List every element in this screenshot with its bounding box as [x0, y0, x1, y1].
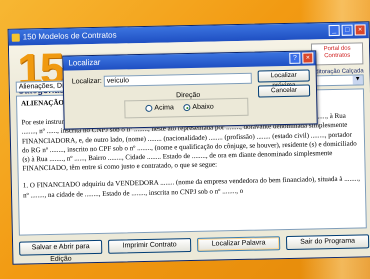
direction-up-label: Acima: [154, 104, 174, 112]
app-title: 150 Modelos de Contratos: [22, 30, 117, 42]
radio-unselected-icon: [145, 104, 153, 112]
find-dialog: Localizar ? × Localizar: veículo Localiz…: [62, 50, 318, 130]
direction-group: Acima Abaixo: [124, 97, 249, 119]
save-open-button[interactable]: Salvar e Abrir para Edição: [19, 239, 103, 263]
find-input[interactable]: veículo: [103, 72, 252, 87]
app-icon: [11, 33, 20, 42]
find-dialog-controls: ? ×: [289, 52, 314, 64]
find-label: Localizar:: [71, 77, 102, 86]
direction-up-radio[interactable]: Acima: [145, 104, 174, 112]
radio-selected-icon: [183, 103, 191, 112]
direction-down-label: Abaixo: [192, 103, 214, 111]
cancel-button[interactable]: Cancelar: [257, 84, 311, 98]
find-dialog-titlebar: Localizar ? ×: [63, 51, 316, 71]
find-word-button[interactable]: Localizar Palavra: [196, 236, 281, 252]
bottom-toolbar: Salvar e Abrir para Edição Imprimir Cont…: [19, 234, 370, 263]
print-button[interactable]: Imprimir Contrato: [108, 238, 192, 254]
direction-down-radio[interactable]: Abaixo: [183, 104, 214, 112]
window-controls: _ □ ×: [328, 24, 366, 37]
chevron-down-icon[interactable]: ▼: [352, 75, 363, 85]
minimize-icon[interactable]: _: [328, 24, 340, 37]
portal-logo: Portal dos Contratos: [310, 42, 364, 66]
help-icon[interactable]: ?: [289, 52, 301, 64]
find-next-button[interactable]: Localizar próxima: [257, 69, 310, 89]
exit-button[interactable]: Sair do Programa: [285, 234, 370, 251]
maximize-icon[interactable]: □: [341, 24, 353, 36]
document-paragraph: 1. O FINANCIADO adquiriu da VENDEDORA ..…: [22, 174, 361, 200]
close-icon[interactable]: ×: [354, 24, 366, 36]
close-icon[interactable]: ×: [302, 52, 314, 64]
find-dialog-title: Localizar: [68, 57, 101, 68]
